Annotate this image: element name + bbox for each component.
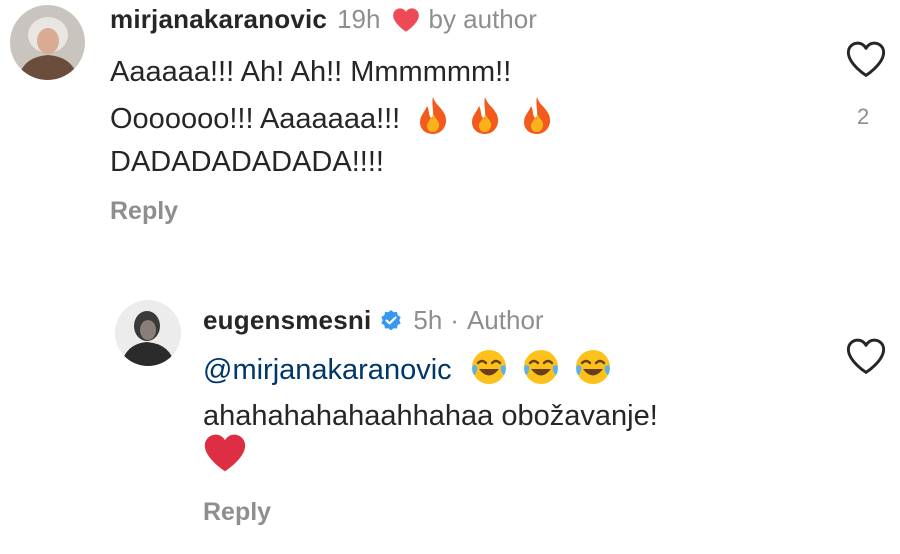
timestamp: 19h	[337, 4, 381, 34]
comment-eugensmesni: eugensmesni 5h · Author @mirjanakaranovi…	[0, 290, 900, 554]
username[interactable]: mirjanakaranovic	[110, 4, 327, 35]
red-heart-icon	[203, 432, 247, 479]
avatar[interactable]	[10, 5, 85, 80]
heart-outline-icon	[845, 338, 887, 379]
timestamp: 5h	[413, 305, 443, 335]
reply-button[interactable]: Reply	[203, 498, 271, 527]
comment-header: eugensmesni 5h · Author	[203, 305, 544, 336]
fire-icon	[518, 95, 556, 149]
comment-text-line-1: Aaaaaa!!! Ah! Ah!! Mmmmmm!!	[110, 56, 512, 88]
fire-icon	[466, 95, 504, 149]
mention-link[interactable]: @mirjanakaranovic	[203, 354, 452, 386]
verified-badge-icon	[379, 309, 403, 333]
heart-outline-icon	[845, 41, 887, 82]
fire-icon	[414, 95, 452, 149]
avatar[interactable]	[115, 300, 181, 366]
username[interactable]: eugensmesni	[203, 305, 371, 336]
reply-text-line-2: ahahahahahaahhahaa obožavanje!	[203, 400, 658, 432]
liked-by-author-label: by author	[428, 4, 537, 34]
comment-text-line-2-text: Ooooooo!!! Aaaaaaa!!!	[110, 103, 401, 135]
author-label: Author	[466, 305, 544, 335]
laughing-icon	[470, 348, 508, 400]
laughing-icon	[574, 348, 612, 400]
comment-text-line-3: DADADADADADA!!!!	[110, 146, 384, 178]
comment-mirjanakaranovic: mirjanakaranovic 19h by author Aaaaaa!!!…	[0, 0, 900, 250]
like-count: 2	[857, 104, 870, 129]
reply-text-line-1: @mirjanakaranovic	[203, 348, 612, 400]
like-button[interactable]	[845, 40, 887, 83]
laughing-icon	[522, 348, 560, 400]
reply-button[interactable]: Reply	[110, 197, 178, 226]
separator-dot: ·	[450, 305, 459, 335]
liked-by-author-heart-icon	[392, 7, 420, 33]
like-button[interactable]	[845, 337, 887, 380]
comment-header: mirjanakaranovic 19h by author	[110, 4, 537, 35]
